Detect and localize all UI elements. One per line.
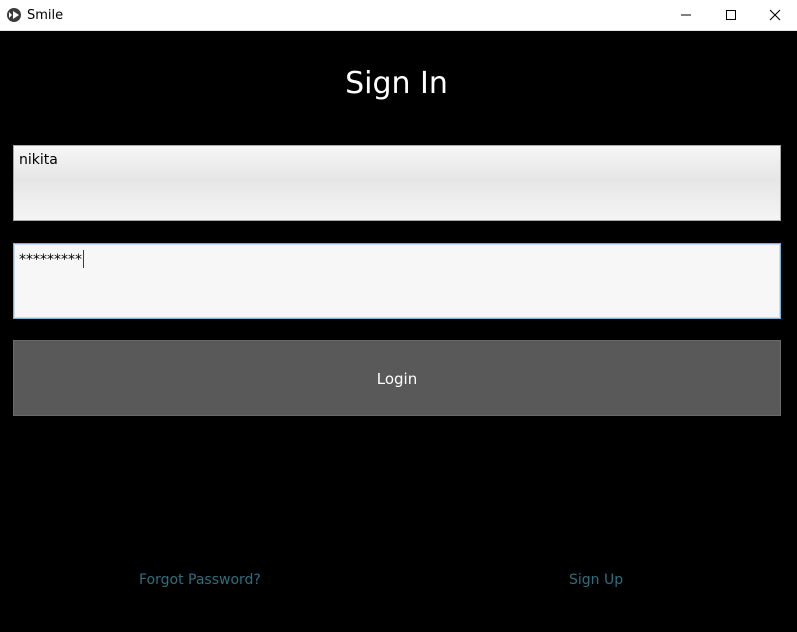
- text-caret: [83, 250, 84, 268]
- password-value-wrap: *********: [19, 250, 84, 268]
- app-window: Smile Sign In nikita ********* Login For…: [0, 0, 797, 632]
- username-value: nikita: [19, 152, 58, 168]
- close-button[interactable]: [752, 0, 797, 30]
- login-button-label: Login: [376, 370, 418, 388]
- minimize-button[interactable]: [663, 0, 708, 30]
- login-button[interactable]: Login: [13, 340, 781, 416]
- title-bar[interactable]: Smile: [0, 0, 797, 31]
- password-input[interactable]: *********: [13, 243, 781, 319]
- window-title: Smile: [27, 8, 64, 23]
- close-icon: [769, 9, 781, 21]
- username-input[interactable]: nikita: [13, 145, 781, 221]
- page-title: Sign In: [345, 66, 448, 101]
- password-value: *********: [19, 252, 82, 268]
- maximize-icon: [726, 10, 736, 20]
- sign-up-link[interactable]: Sign Up: [569, 572, 623, 588]
- minimize-icon: [681, 14, 691, 16]
- kivy-logo-icon: [7, 8, 21, 22]
- maximize-button[interactable]: [708, 0, 753, 30]
- forgot-password-link[interactable]: Forgot Password?: [139, 572, 261, 588]
